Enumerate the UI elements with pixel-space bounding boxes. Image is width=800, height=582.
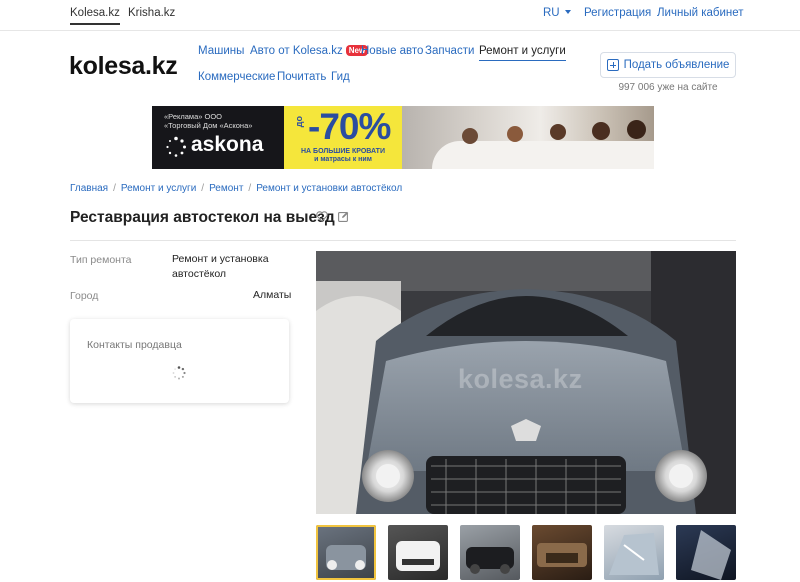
thumbnail-image [466,547,514,574]
nav-auto-from-kolesa[interactable]: Авто от Kolesa.kz New [250,45,369,57]
breadcrumb-separator: / [201,183,205,194]
thumbnail[interactable] [604,525,664,580]
top-bar: Kolesa.kz Krisha.kz RU Регистрация Личны… [0,0,800,31]
ad-photo [402,106,654,169]
thumbnail[interactable] [388,525,448,580]
ad-brand-name: askona [191,133,264,156]
site-tab-kolesa[interactable]: Kolesa.kz [70,7,120,25]
heart-icon[interactable] [316,211,328,222]
param-value-line: Ремонт и установка [172,253,269,265]
thumbnail-image [326,545,366,570]
language-label: RU [543,7,560,19]
site-logo[interactable]: kolesa.kz [69,52,178,81]
breadcrumb-repair[interactable]: Ремонт [209,183,243,194]
ad-photo-person [507,126,523,142]
account-link[interactable]: Личный кабинет [657,7,744,19]
breadcrumb-separator: / [113,183,116,194]
ad-subtitle-line-2: и матрасы к ним [314,156,372,163]
thumbnail-strip [316,525,736,580]
page-title: Реставрация автостекол на выезд [70,209,335,226]
watermark: kolesa.kz [458,364,583,394]
thumbnail[interactable] [532,525,592,580]
breadcrumb: Главная / Ремонт и услуги / Ремонт / Ремонт и … [70,183,402,194]
site-tab-krisha[interactable]: Krisha.kz [128,7,175,19]
post-ad-label: Подать объявление [623,59,730,71]
param-value-repair-type: Ремонт и установка автостёкол [172,252,269,282]
ad-discount-block: до -70% НА БОЛЬШИЕ КРОВАТИ и матрасы к н… [284,106,402,169]
ad-discount: -70% [308,106,391,147]
ad-photo-person [592,122,610,140]
thumbnail-image [609,533,659,575]
ad-discount-prefix: до [294,116,304,128]
nav-parts[interactable]: Запчасти [425,45,474,57]
param-value-line: автостёкол [172,268,227,280]
thumbnail-image [396,541,440,571]
thumbnail[interactable] [676,525,736,580]
plus-icon [606,59,619,71]
title-actions [316,211,349,222]
ad-disclaimer-line-1: «Реклама» ООО [164,112,223,121]
thumbnail-image [691,530,731,580]
divider [70,240,736,241]
thumbnail[interactable] [460,525,520,580]
edit-icon[interactable] [338,211,349,222]
ad-subtitle-line-1: НА БОЛЬШИЕ КРОВАТИ [301,148,385,155]
ad-subtitle: НА БОЛЬШИЕ КРОВАТИ и матрасы к ним [288,148,398,164]
param-label-repair-type: Тип ремонта [70,254,132,266]
nav-cars[interactable]: Машины [198,45,244,57]
breadcrumb-home[interactable]: Главная [70,183,108,194]
nav-guide[interactable]: Гид [331,71,350,83]
ad-photo-person [627,120,646,139]
breadcrumb-separator: / [248,183,252,194]
nav-read[interactable]: Почитать [277,71,326,83]
ad-disclaimer: «Реклама» ООО «Торговый Дом «Аскона» [164,112,252,130]
nav-new-cars[interactable]: Новые авто [361,45,423,57]
ad-banner[interactable]: «Реклама» ООО «Торговый Дом «Аскона» ask… [152,106,654,169]
online-counter: 997 006 уже на сайте [618,82,718,93]
askona-logo-icon [166,136,186,157]
language-selector[interactable]: RU [543,7,571,19]
seller-contacts-card: Контакты продавца [70,319,289,403]
nav-repair-services[interactable]: Ремонт и услуги [479,45,566,61]
thumbnail-image [537,543,587,567]
ad-photo-blanket [432,141,654,169]
nav-auto-from-kolesa-label: Авто от Kolesa.kz [250,45,343,57]
ad-photo-person [550,124,566,140]
ad-disclaimer-line-2: «Торговый Дом «Аскона» [164,121,253,130]
breadcrumb-repair-services[interactable]: Ремонт и услуги [121,183,196,194]
register-link[interactable]: Регистрация [584,7,651,19]
param-label-city: Город [70,290,99,302]
loading-spinner-icon [172,366,186,380]
caret-down-icon [564,10,571,14]
breadcrumb-glass-repair[interactable]: Ремонт и установки автостёкол [256,183,402,194]
seller-contacts-label: Контакты продавца [87,339,182,351]
ad-photo-person [462,128,478,144]
post-ad-button[interactable]: Подать объявление [600,52,736,78]
thumbnail[interactable] [316,525,376,580]
main-photo[interactable]: kolesa.kz [316,251,736,514]
ad-brand-block: «Реклама» ООО «Торговый Дом «Аскона» ask… [152,106,284,169]
param-value-city: Алматы [253,289,292,301]
nav-commercial[interactable]: Коммерческие [198,71,275,83]
